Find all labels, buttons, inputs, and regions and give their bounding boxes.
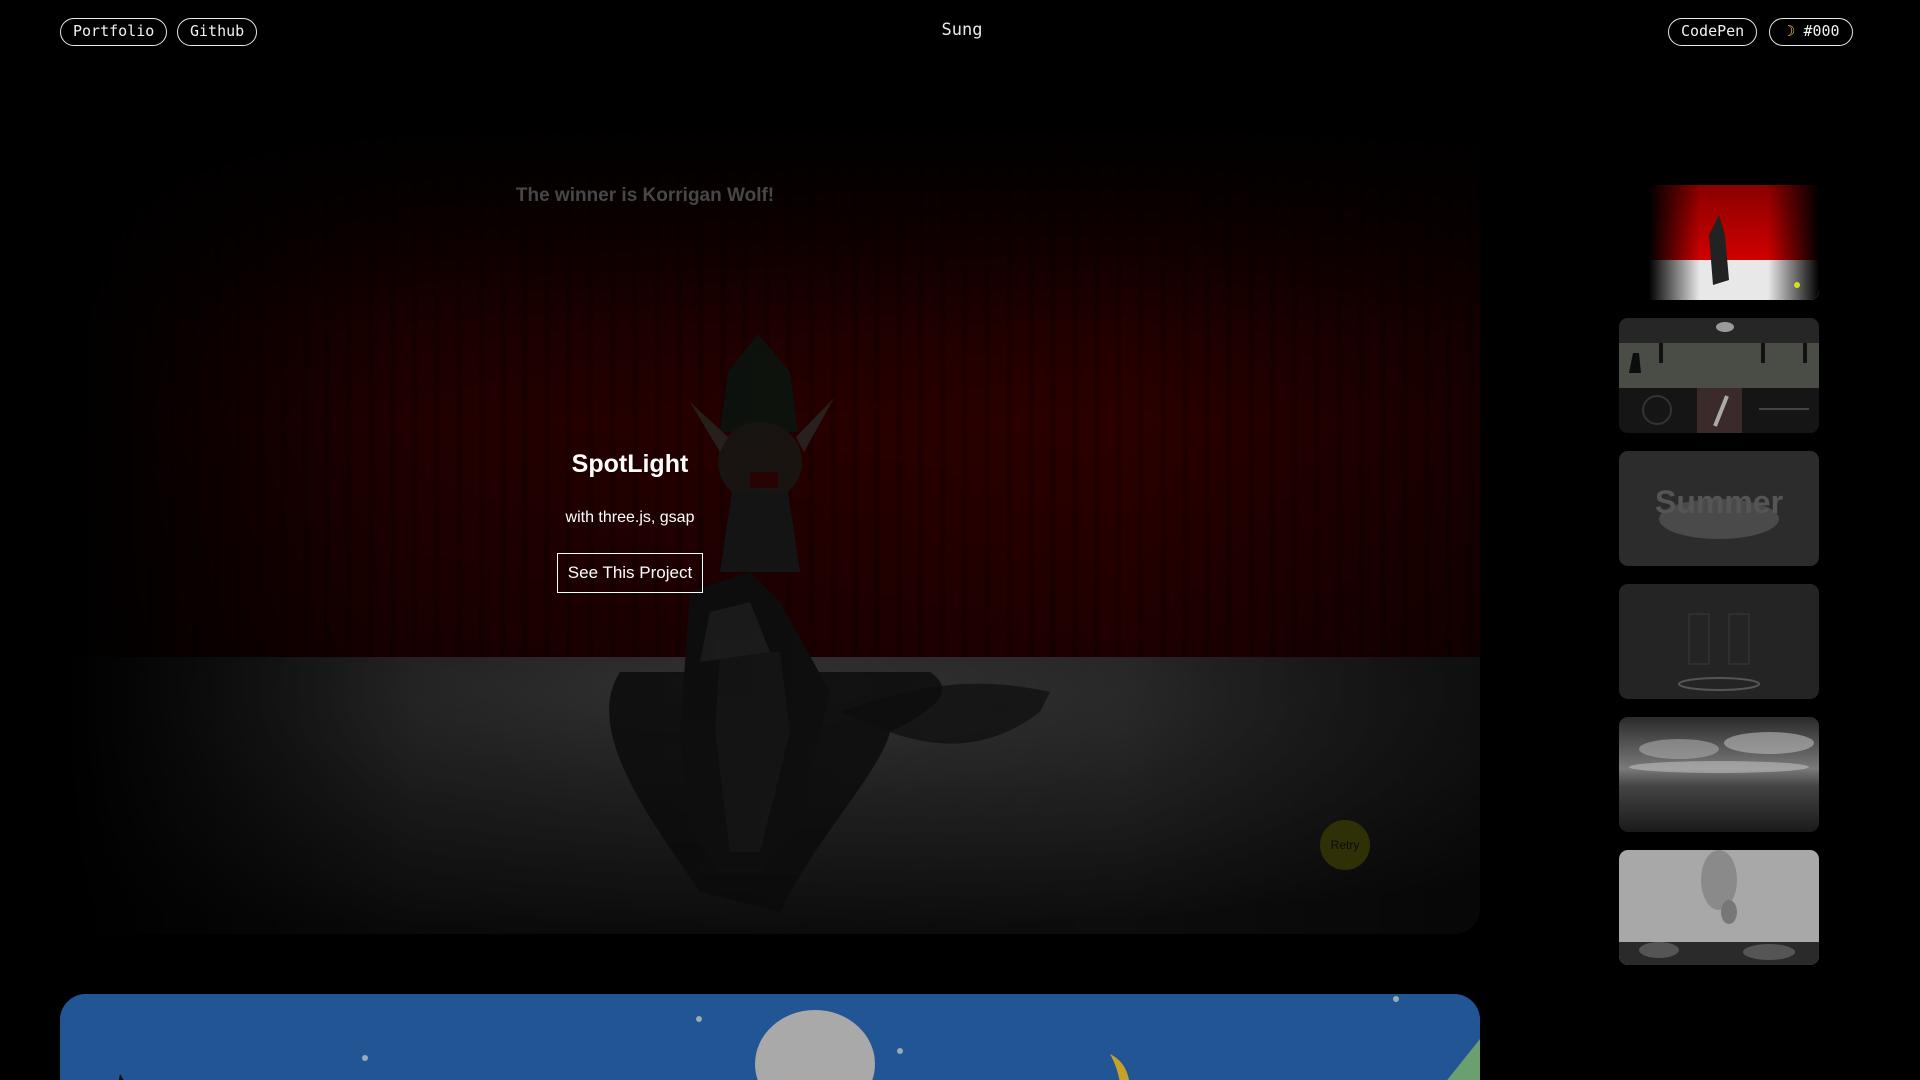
- second-project-card[interactable]: [60, 994, 1480, 1080]
- svg-text:Summer: Summer: [1655, 484, 1783, 520]
- moon-icon: ☽: [1782, 22, 1796, 40]
- summer-thumbnail-image: Summer: [1619, 451, 1819, 566]
- thumbnail-summer[interactable]: Summer: [1619, 451, 1819, 566]
- smoke-thumbnail-image: [1619, 850, 1819, 965]
- project-title: SpotLight: [571, 450, 689, 478]
- night-scene-illustration: [60, 994, 1480, 1080]
- thumbnail-spotlight[interactable]: [1619, 185, 1819, 300]
- carousel-thumbnail-image: [1619, 584, 1819, 699]
- project-subtitle: with three.js, gsap: [565, 509, 695, 526]
- project-info: SpotLight with three.js, gsap See This P…: [430, 450, 830, 593]
- codepen-link[interactable]: CodePen: [1668, 18, 1758, 46]
- top-navigation: Portfolio Github Sung CodePen ☽ #000: [0, 0, 1920, 66]
- thumbnail-smoke[interactable]: [1619, 850, 1819, 965]
- see-project-button[interactable]: See This Project: [556, 553, 704, 593]
- thumbnail-characters[interactable]: [1619, 318, 1819, 433]
- scene-thumbnail-image: [1619, 318, 1819, 433]
- thumbnail-clouds[interactable]: [1619, 717, 1819, 832]
- thumbnail-carousel[interactable]: [1619, 584, 1819, 699]
- site-title: Sung: [941, 20, 983, 40]
- featured-project-card[interactable]: The winner is Korrigan Wolf! Retry SpotL…: [60, 132, 1480, 934]
- spotlight-thumbnail-image: [1619, 185, 1819, 300]
- clouds-thumbnail-image: [1619, 717, 1819, 832]
- theme-toggle-button[interactable]: ☽ #000: [1769, 18, 1853, 46]
- theme-label: #000: [1803, 22, 1840, 40]
